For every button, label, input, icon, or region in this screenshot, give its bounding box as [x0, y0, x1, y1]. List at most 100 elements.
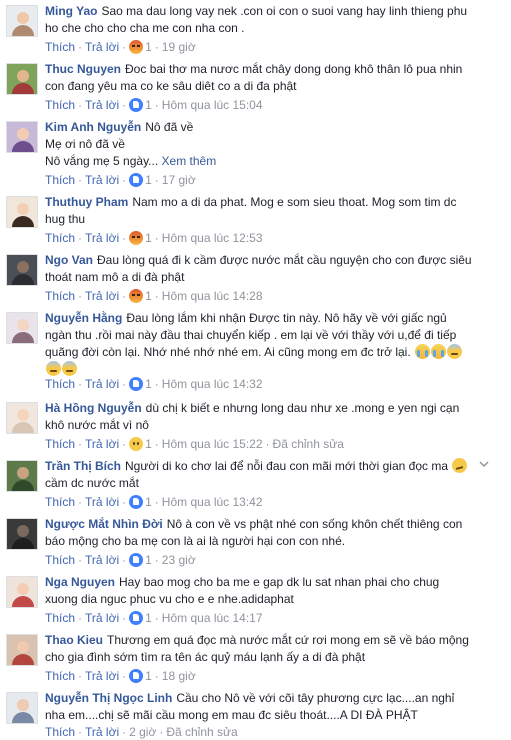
comment-time[interactable]: 23 giờ	[162, 553, 196, 567]
reply-button[interactable]: Trả lời	[85, 289, 119, 303]
avatar[interactable]	[6, 196, 38, 228]
comment-time[interactable]: Hôm qua lúc 15:22	[162, 437, 263, 451]
comment-body: Trần Thị Bích Người di ko chơ lai để nỗi …	[45, 458, 475, 492]
comment-author[interactable]: Thuc Nguyen	[45, 62, 121, 76]
reply-button[interactable]: Trả lời	[85, 669, 119, 683]
reply-button[interactable]: Trả lời	[85, 377, 119, 391]
comment-body: Kim Anh Nguyễn Nô đã về Mẹ ơi nô đã về Nô…	[45, 119, 475, 170]
like-button[interactable]: Thích	[45, 725, 75, 739]
avatar[interactable]	[6, 518, 38, 550]
reply-button[interactable]: Trả lời	[85, 231, 119, 245]
sad-reaction-icon[interactable]	[129, 437, 144, 451]
like-button[interactable]: Thích	[45, 611, 75, 625]
comment-body: Thao Kieu Thương em quá đọc mà nước mắt c…	[45, 632, 475, 666]
avatar[interactable]	[6, 121, 38, 153]
comment-actions: Thích · Trả lời · 1 · Hôm qua lúc 14:32	[45, 377, 263, 391]
angry-reaction-icon[interactable]	[129, 231, 144, 245]
reaction-count[interactable]: 1	[145, 437, 152, 451]
like-button[interactable]: Thích	[45, 40, 75, 54]
reaction-count[interactable]: 1	[145, 289, 152, 303]
comment-time[interactable]: 17 giờ	[162, 173, 196, 187]
comment-actions: Thích · Trả lời · 1 · Hôm qua lúc 13:42	[45, 495, 263, 509]
avatar[interactable]	[6, 576, 38, 608]
like-button[interactable]: Thích	[45, 98, 75, 112]
comment-text: Nô đã về	[145, 120, 194, 134]
comment-time[interactable]: 18 giờ	[162, 669, 196, 683]
reaction-count[interactable]: 1	[145, 98, 152, 112]
comment-actions: Thích · Trả lời · 1 · Hôm qua lúc 15:22 · Đã chỉ…	[45, 437, 344, 451]
like-button[interactable]: Thích	[45, 495, 75, 509]
like-button[interactable]: Thích	[45, 669, 75, 683]
angry-reaction-icon[interactable]	[129, 289, 144, 303]
avatar[interactable]	[6, 63, 38, 95]
comment-author[interactable]: Hà Hồng Nguyễn	[45, 401, 142, 415]
comment-time[interactable]: Hôm qua lúc 15:04	[162, 98, 263, 112]
reaction-count[interactable]: 1	[145, 231, 152, 245]
comment-time[interactable]: 19 giờ	[162, 40, 196, 54]
avatar[interactable]	[6, 312, 38, 344]
comment-body: Nga Nguyen Hay bao mog cho ba me e gap dk…	[45, 574, 475, 608]
reaction-count[interactable]: 1	[145, 377, 152, 391]
comment-text: Thương em quá đọc mà nước mắt cứ rơi mon…	[45, 633, 469, 664]
reply-button[interactable]: Trả lời	[85, 173, 119, 187]
like-button[interactable]: Thích	[45, 377, 75, 391]
comment-body: Hà Hồng Nguyễn dù chị k biết e nhưng long…	[45, 400, 475, 434]
comment-author[interactable]: Ming Yao	[45, 4, 97, 18]
like-button[interactable]: Thích	[45, 437, 75, 451]
comment-time[interactable]: 2 giờ	[129, 725, 156, 739]
reaction-count[interactable]: 1	[145, 553, 152, 567]
edited-label[interactable]: Đã chỉnh sửa	[273, 437, 344, 451]
reaction-count[interactable]: 1	[145, 173, 152, 187]
reply-button[interactable]: Trả lời	[85, 495, 119, 509]
like-button[interactable]: Thích	[45, 289, 75, 303]
comment-author[interactable]: Thuthuy Pham	[45, 195, 128, 209]
reply-button[interactable]: Trả lời	[85, 40, 119, 54]
avatar[interactable]	[6, 254, 38, 286]
reaction-count[interactable]: 1	[145, 40, 152, 54]
avatar[interactable]	[6, 460, 38, 492]
reply-button[interactable]: Trả lời	[85, 98, 119, 112]
chevron-down-icon[interactable]	[479, 459, 489, 469]
like-reaction-icon[interactable]	[129, 98, 144, 112]
comment-author[interactable]: Trần Thị Bích	[45, 459, 121, 473]
comment-author[interactable]: Ngo Van	[45, 253, 93, 267]
comment-time[interactable]: Hôm qua lúc 13:42	[162, 495, 263, 509]
edited-label[interactable]: Đã chỉnh sửa	[166, 725, 237, 739]
see-more-link[interactable]: Xem thêm	[162, 154, 217, 168]
reaction-count[interactable]: 1	[145, 611, 152, 625]
comment-author[interactable]: Ngược Mắt Nhìn Đời	[45, 517, 163, 531]
comment-text: Sao ma dau long vay nek .con oi con o su…	[45, 4, 468, 35]
comment-time[interactable]: Hôm qua lúc 14:28	[162, 289, 263, 303]
like-reaction-icon[interactable]	[129, 669, 144, 683]
avatar[interactable]	[6, 634, 38, 666]
reply-button[interactable]: Trả lời	[85, 611, 119, 625]
comment-text-line: cầm dc nước mắt	[45, 476, 139, 490]
like-reaction-icon[interactable]	[129, 495, 144, 509]
comment-time[interactable]: Hôm qua lúc 14:32	[162, 377, 263, 391]
angry-reaction-icon[interactable]	[129, 40, 144, 54]
like-reaction-icon[interactable]	[129, 173, 144, 187]
comment-actions: Thích · Trả lời · 1 · Hôm qua lúc 14:17	[45, 611, 263, 625]
reaction-count[interactable]: 1	[145, 669, 152, 683]
comment-time[interactable]: Hôm qua lúc 14:17	[162, 611, 263, 625]
reply-button[interactable]: Trả lời	[85, 553, 119, 567]
avatar[interactable]	[6, 692, 38, 724]
reply-button[interactable]: Trả lời	[85, 437, 119, 451]
like-reaction-icon[interactable]	[129, 377, 144, 391]
comment-time[interactable]: Hôm qua lúc 12:53	[162, 231, 263, 245]
comment-author[interactable]: Nguyễn Hằng	[45, 311, 122, 325]
avatar[interactable]	[6, 402, 38, 434]
like-reaction-icon[interactable]	[129, 553, 144, 567]
comment-author[interactable]: Nga Nguyen	[45, 575, 115, 589]
comment-author[interactable]: Nguyễn Thị Ngọc Linh	[45, 691, 172, 705]
like-button[interactable]: Thích	[45, 553, 75, 567]
like-button[interactable]: Thích	[45, 231, 75, 245]
avatar[interactable]	[6, 5, 38, 37]
like-button[interactable]: Thích	[45, 173, 75, 187]
comment-author[interactable]: Kim Anh Nguyễn	[45, 120, 141, 134]
comment-author[interactable]: Thao Kieu	[45, 633, 103, 647]
reply-button[interactable]: Trả lời	[85, 725, 119, 739]
comment-actions: Thích · Trả lời · 1 · 17 giờ	[45, 173, 196, 187]
like-reaction-icon[interactable]	[129, 611, 144, 625]
reaction-count[interactable]: 1	[145, 495, 152, 509]
